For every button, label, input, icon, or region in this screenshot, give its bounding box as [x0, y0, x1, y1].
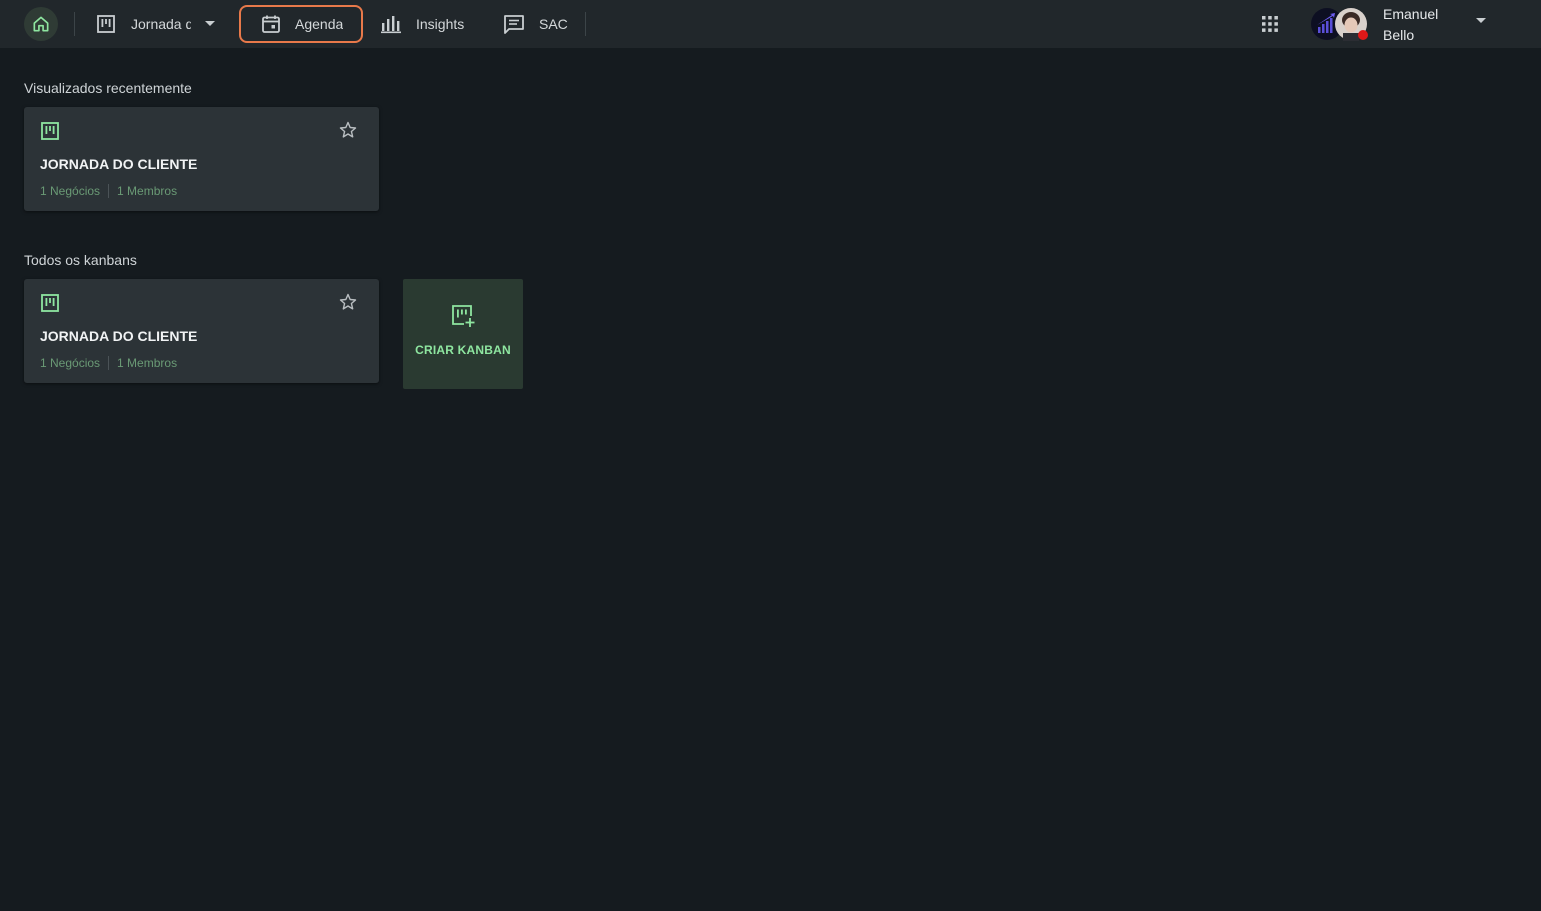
- kanban-card[interactable]: JORNADA DO CLIENTE 1 Negócios 1 Membros: [24, 107, 379, 211]
- chat-icon: [504, 15, 524, 34]
- nav-sac-label: SAC: [539, 16, 568, 32]
- apps-grid-icon[interactable]: [1260, 14, 1280, 34]
- kanban-card-members: 1 Membros: [117, 184, 178, 198]
- meta-divider: [108, 184, 110, 198]
- board-selector[interactable]: Jornada do Cliente: [96, 5, 226, 43]
- nav-sac[interactable]: SAC: [503, 5, 568, 43]
- star-icon[interactable]: [338, 120, 358, 140]
- calendar-icon: [262, 15, 280, 33]
- kanban-board-icon: [41, 294, 59, 312]
- board-selector-label: Jornada do Cliente: [131, 16, 191, 32]
- kanban-card-title: JORNADA DO CLIENTE: [40, 156, 198, 172]
- nav-agenda[interactable]: Agenda: [239, 5, 363, 43]
- home-icon: [33, 16, 49, 32]
- nav-insights-label: Insights: [416, 16, 465, 32]
- create-kanban-label: CRIAR KANBAN: [415, 343, 511, 357]
- kanban-card-deals: 1 Negócios: [40, 184, 101, 198]
- create-kanban-button[interactable]: CRIAR KANBAN: [403, 279, 523, 389]
- home-button[interactable]: [24, 7, 58, 41]
- all-kanbans-section-title: Todos os kanbans: [24, 252, 137, 268]
- kanban-board-icon: [41, 122, 59, 140]
- meta-divider: [108, 356, 110, 370]
- nav-insights[interactable]: Insights: [380, 5, 464, 43]
- chevron-down-icon[interactable]: [1476, 18, 1486, 24]
- kanban-card-meta: 1 Negócios 1 Membros: [40, 184, 177, 198]
- top-navigation-bar: Jornada do Cliente Agenda Insights: [0, 0, 1541, 48]
- bar-chart-icon: [381, 16, 401, 34]
- kanban-card-members: 1 Membros: [117, 356, 178, 370]
- user-name[interactable]: Emanuel Bello: [1383, 4, 1463, 46]
- user-last-name: Bello: [1383, 27, 1415, 43]
- kanban-card[interactable]: JORNADA DO CLIENTE 1 Negócios 1 Membros: [24, 279, 379, 383]
- chevron-down-icon: [205, 21, 215, 26]
- kanban-card-title: JORNADA DO CLIENTE: [40, 328, 198, 344]
- nav-divider: [585, 12, 586, 36]
- kanban-card-meta: 1 Negócios 1 Membros: [40, 356, 177, 370]
- add-kanban-icon: [452, 305, 475, 327]
- star-icon[interactable]: [338, 292, 358, 312]
- nav-agenda-label: Agenda: [295, 16, 344, 32]
- kanban-card-deals: 1 Negócios: [40, 356, 101, 370]
- nav-divider: [74, 12, 75, 36]
- user-first-name: Emanuel: [1383, 6, 1439, 22]
- recent-section-title: Visualizados recentemente: [24, 80, 192, 96]
- avatar[interactable]: [1310, 7, 1368, 41]
- kanban-board-icon: [97, 15, 115, 33]
